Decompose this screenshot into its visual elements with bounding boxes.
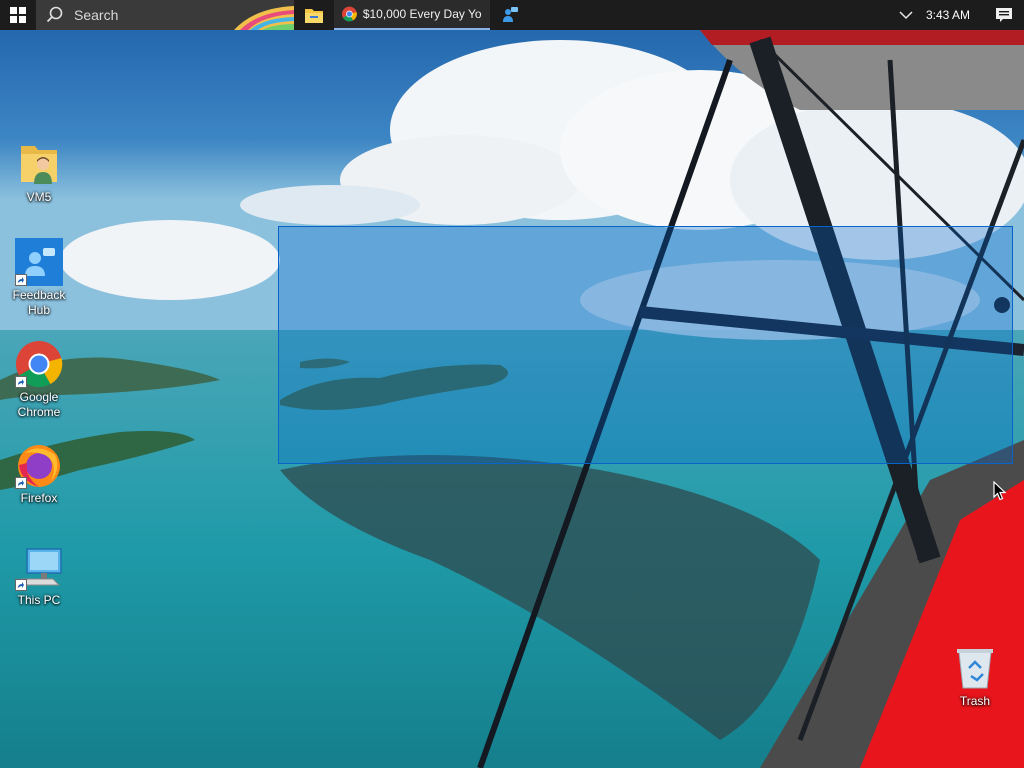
desktop-selection-rectangle <box>278 226 1013 464</box>
chrome-window-title: $10,000 Every Day Yo... <box>362 7 482 21</box>
mouse-cursor-icon <box>993 480 1007 506</box>
show-hidden-icons-button[interactable] <box>892 10 920 20</box>
clock[interactable]: 3:43 AM <box>920 8 984 22</box>
desktop-icon-trash[interactable]: Trash <box>940 644 1010 709</box>
chevron-down-icon <box>899 11 913 20</box>
desktop-icon-label: VM5 <box>26 190 52 204</box>
desktop-icon-feedback-hub[interactable]: Feedback Hub <box>4 238 74 318</box>
search-box[interactable]: Search <box>36 0 294 30</box>
file-explorer-taskbar-button[interactable] <box>294 0 334 30</box>
desktop-icon-label: This PC <box>17 593 61 607</box>
chrome-icon <box>15 340 63 388</box>
firefox-icon <box>15 441 63 489</box>
shortcut-arrow-icon <box>15 579 27 591</box>
search-icon <box>46 6 63 23</box>
shortcut-arrow-icon <box>15 376 27 388</box>
chrome-taskbar-button[interactable]: $10,000 Every Day Yo... <box>334 0 490 30</box>
chrome-icon <box>342 6 357 22</box>
feedback-hub-icon <box>503 7 518 22</box>
desktop-icon-label: Firefox <box>20 491 58 505</box>
folder-icon <box>305 9 323 23</box>
shortcut-arrow-icon <box>15 274 27 286</box>
desktop-icon-firefox[interactable]: Firefox <box>4 441 74 506</box>
system-tray: 3:43 AM <box>892 0 1024 30</box>
search-placeholder: Search <box>74 7 119 23</box>
recycle-bin-icon <box>951 644 999 692</box>
taskbar: Search $10,000 Every Day Yo... 3:43 AM <box>0 0 1024 30</box>
desktop-icon-google-chrome[interactable]: Google Chrome <box>4 340 74 420</box>
notification-icon <box>996 8 1012 22</box>
computer-icon <box>15 543 63 591</box>
desktop-icon-label: Google Chrome <box>17 390 61 419</box>
search-highlight-icon <box>234 6 294 30</box>
windows-logo-icon <box>10 7 26 23</box>
desktop-icon-label: Feedback Hub <box>12 288 66 317</box>
user-folder-icon <box>15 140 63 188</box>
start-button[interactable] <box>0 0 36 30</box>
desktop-icon-vm5[interactable]: VM5 <box>4 140 74 205</box>
shortcut-arrow-icon <box>15 477 27 489</box>
action-center-button[interactable] <box>984 7 1024 23</box>
desktop-icon-this-pc[interactable]: This PC <box>4 543 74 608</box>
feedback-hub-taskbar-button[interactable] <box>490 0 530 30</box>
desktop-icon-label: Trash <box>959 694 991 708</box>
feedback-hub-icon <box>15 238 63 286</box>
